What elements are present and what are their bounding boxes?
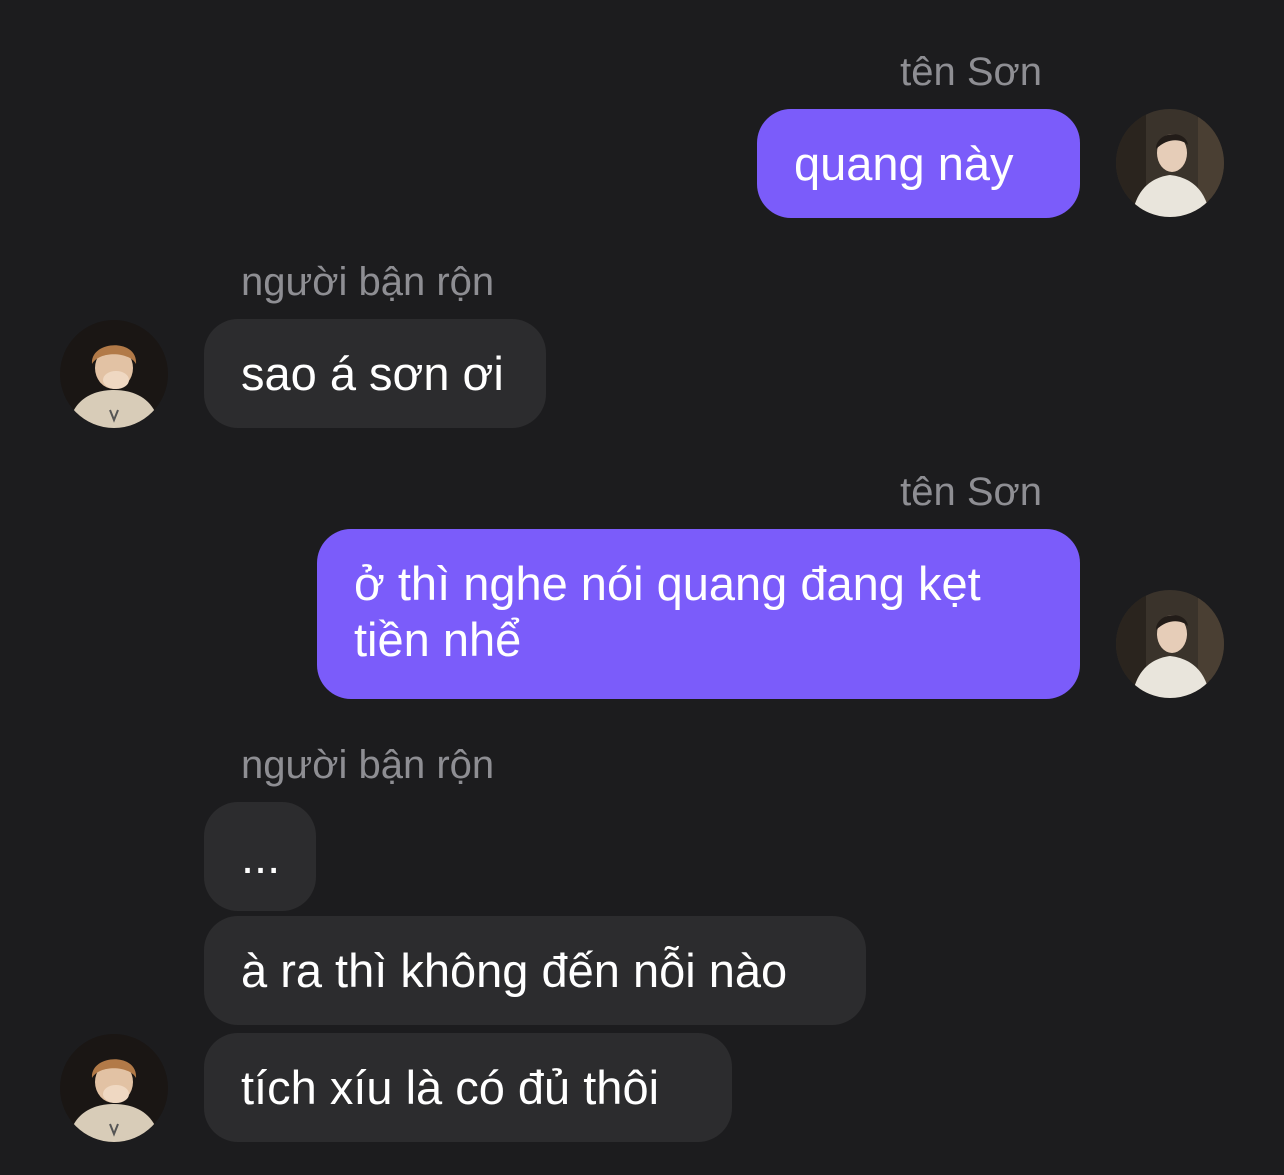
incoming-message-bubble[interactable]: à ra thì không đến nỗi nào [204, 916, 866, 1025]
incoming-avatar[interactable] [60, 320, 168, 428]
avatar-photo-person-covering-face [60, 1034, 168, 1142]
incoming-avatar[interactable] [60, 1034, 168, 1142]
sender-name: tên Sơn [900, 50, 1042, 94]
outgoing-avatar[interactable] [1116, 590, 1224, 698]
sender-name: người bận rộn [241, 260, 495, 304]
outgoing-message-bubble[interactable]: ở thì nghe nói quang đang kẹt tiền nhể [317, 529, 1080, 699]
avatar-photo-man-white-shirt [1116, 109, 1224, 217]
outgoing-message-bubble[interactable]: quang này [757, 109, 1080, 218]
sender-name: tên Sơn [900, 470, 1042, 514]
avatar-photo-person-covering-face [60, 320, 168, 428]
outgoing-avatar[interactable] [1116, 109, 1224, 217]
avatar-photo-man-white-shirt [1116, 590, 1224, 698]
incoming-message-bubble[interactable]: ... [204, 802, 316, 911]
incoming-message-bubble[interactable]: sao á sơn ơi [204, 319, 546, 428]
incoming-message-bubble[interactable]: tích xíu là có đủ thôi [204, 1033, 732, 1142]
sender-name: người bận rộn [241, 743, 495, 787]
